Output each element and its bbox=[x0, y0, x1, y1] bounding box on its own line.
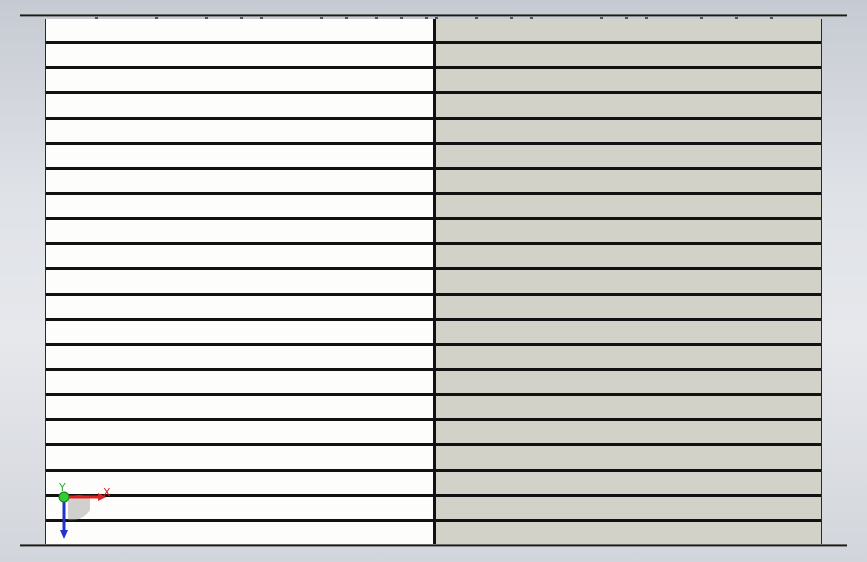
fin-face-lit[interactable] bbox=[46, 194, 436, 218]
fin-row[interactable] bbox=[46, 496, 821, 522]
fin-face-shaded[interactable] bbox=[436, 446, 821, 469]
fin-face-shaded[interactable] bbox=[436, 471, 821, 494]
fin-face-lit[interactable] bbox=[46, 370, 436, 394]
fin-face-lit[interactable] bbox=[46, 169, 436, 192]
fin-face-lit[interactable] bbox=[46, 119, 436, 142]
fin-row[interactable] bbox=[46, 471, 821, 497]
fin-row[interactable] bbox=[46, 69, 821, 95]
fin-row[interactable] bbox=[46, 521, 821, 544]
fin-face-shaded[interactable] bbox=[436, 521, 821, 544]
fin-face-shaded[interactable] bbox=[436, 345, 821, 368]
fin-face-lit[interactable] bbox=[46, 270, 436, 293]
fin-row[interactable] bbox=[46, 295, 821, 321]
fin-face-lit[interactable] bbox=[46, 421, 436, 444]
fin-row[interactable] bbox=[46, 320, 821, 346]
x-axis-label: X bbox=[103, 486, 111, 499]
reference-triad: X Y bbox=[50, 481, 120, 542]
fin-face-lit[interactable] bbox=[46, 144, 436, 167]
fin-row[interactable] bbox=[46, 446, 821, 472]
fin-face-lit[interactable] bbox=[46, 19, 436, 42]
fin-face-shaded[interactable] bbox=[436, 396, 821, 419]
fin-face-shaded[interactable] bbox=[436, 320, 821, 343]
y-axis-label: Y bbox=[58, 481, 66, 494]
fin-face-shaded[interactable] bbox=[436, 44, 821, 67]
z-axis-arrow bbox=[60, 530, 68, 539]
fin-face-lit[interactable] bbox=[46, 245, 436, 268]
fin-row[interactable] bbox=[46, 19, 821, 45]
fin-row[interactable] bbox=[46, 370, 821, 397]
fin-row[interactable] bbox=[46, 194, 821, 221]
fin-face-shaded[interactable] bbox=[436, 220, 821, 243]
fin-face-lit[interactable] bbox=[46, 94, 436, 117]
fin-face-lit[interactable] bbox=[46, 446, 436, 469]
fin-face-lit[interactable] bbox=[46, 69, 436, 92]
fin-row[interactable] bbox=[46, 421, 821, 447]
graphics-viewport[interactable]: X Y bbox=[0, 0, 867, 562]
fin-face-shaded[interactable] bbox=[436, 169, 821, 192]
triad-svg: X Y bbox=[58, 481, 111, 539]
fin-face-shaded[interactable] bbox=[436, 144, 821, 167]
fin-row[interactable] bbox=[46, 94, 821, 120]
fin-face-shaded[interactable] bbox=[436, 194, 821, 218]
fin-row[interactable] bbox=[46, 345, 821, 371]
fin-row[interactable] bbox=[46, 144, 821, 170]
fin-face-shaded[interactable] bbox=[436, 119, 821, 142]
fin-face-shaded[interactable] bbox=[436, 496, 821, 519]
fin-row[interactable] bbox=[46, 270, 821, 296]
fin-row[interactable] bbox=[46, 245, 821, 271]
fin-face-lit[interactable] bbox=[46, 320, 436, 343]
fin-face-shaded[interactable] bbox=[436, 94, 821, 117]
fin-face-lit[interactable] bbox=[46, 220, 436, 243]
fin-face-shaded[interactable] bbox=[436, 370, 821, 394]
fin-row[interactable] bbox=[46, 119, 821, 145]
fin-face-lit[interactable] bbox=[46, 345, 436, 368]
bottom-plate bbox=[20, 544, 847, 547]
fin-face-lit[interactable] bbox=[46, 44, 436, 67]
fin-face-shaded[interactable] bbox=[436, 295, 821, 318]
fin-face-shaded[interactable] bbox=[436, 69, 821, 92]
stacked-fin-body[interactable] bbox=[45, 19, 822, 544]
fin-row[interactable] bbox=[46, 44, 821, 70]
fin-face-lit[interactable] bbox=[46, 396, 436, 419]
fin-face-shaded[interactable] bbox=[436, 19, 821, 42]
fin-face-shaded[interactable] bbox=[436, 245, 821, 268]
fin-row[interactable] bbox=[46, 169, 821, 195]
triad-shadow bbox=[68, 495, 90, 521]
fin-face-shaded[interactable] bbox=[436, 421, 821, 444]
fin-row[interactable] bbox=[46, 396, 821, 422]
fin-row[interactable] bbox=[46, 220, 821, 246]
fin-face-shaded[interactable] bbox=[436, 270, 821, 293]
fin-face-lit[interactable] bbox=[46, 295, 436, 318]
